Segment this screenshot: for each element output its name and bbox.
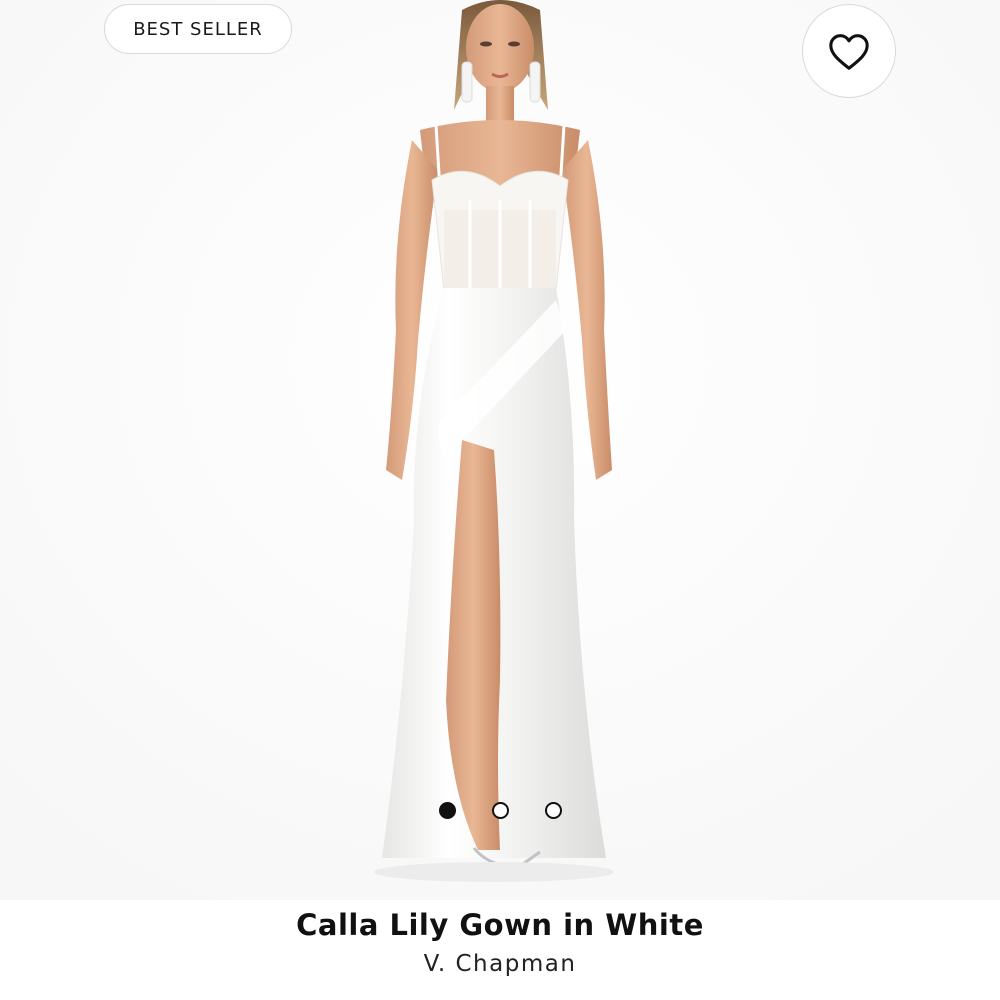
model-photo — [0, 0, 1000, 900]
product-title[interactable]: Calla Lily Gown in White — [0, 908, 1000, 942]
best-seller-badge: BEST SELLER — [104, 4, 292, 54]
product-image[interactable] — [0, 0, 1000, 900]
carousel-indicators — [0, 802, 1000, 822]
carousel-dot-3[interactable] — [544, 802, 562, 819]
favorite-button[interactable] — [802, 4, 896, 98]
product-card[interactable]: BEST SELLER Calla Lily Gown in White V. … — [0, 0, 1000, 1000]
carousel-dot-2[interactable] — [491, 802, 509, 819]
heart-outline-icon — [829, 34, 869, 70]
carousel-dot-1[interactable] — [438, 802, 456, 819]
product-brand[interactable]: V. Chapman — [0, 951, 1000, 977]
